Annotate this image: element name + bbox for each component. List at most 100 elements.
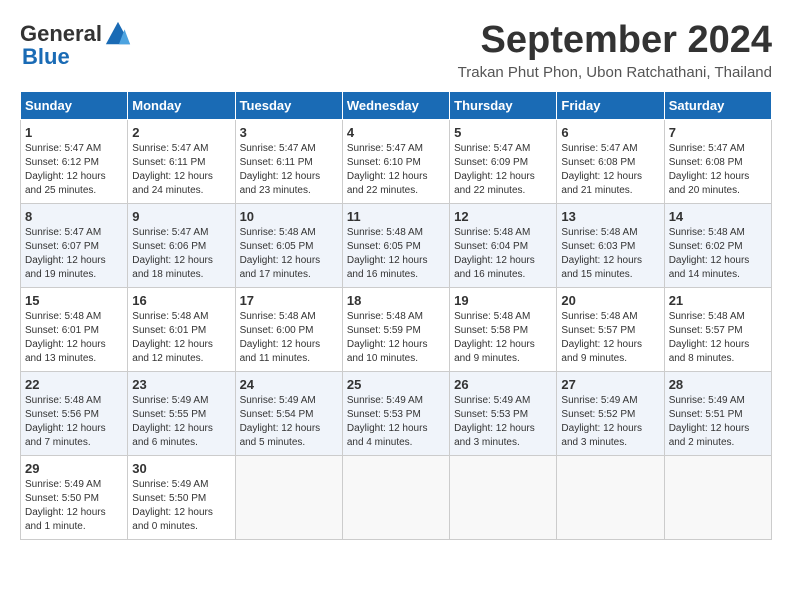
day-info: Sunrise: 5:48 AMSunset: 6:01 PMDaylight:…: [25, 310, 123, 366]
day-number: 20: [561, 293, 659, 308]
calendar-cell: 22Sunrise: 5:48 AMSunset: 5:56 PMDayligh…: [21, 371, 128, 455]
calendar-header-saturday: Saturday: [664, 91, 771, 119]
day-number: 9: [132, 209, 230, 224]
day-number: 4: [347, 125, 445, 140]
calendar-cell: 11Sunrise: 5:48 AMSunset: 6:05 PMDayligh…: [342, 203, 449, 287]
day-info: Sunrise: 5:47 AMSunset: 6:11 PMDaylight:…: [240, 142, 338, 198]
day-number: 29: [25, 461, 123, 476]
calendar-cell: 17 Sunrise: 5:48 AMSunset: 6:00 PMDayligh…: [235, 287, 342, 371]
calendar-header-thursday: Thursday: [450, 91, 557, 119]
day-info: Sunrise: 5:48 AMSunset: 6:04 PMDaylight:…: [454, 226, 552, 282]
day-number: 17: [240, 293, 338, 308]
calendar-cell: 1 Sunrise: 5:47 AMSunset: 6:12 PMDaylight…: [21, 119, 128, 203]
calendar-cell: 24Sunrise: 5:49 AMSunset: 5:54 PMDayligh…: [235, 371, 342, 455]
calendar-cell: 15Sunrise: 5:48 AMSunset: 6:01 PMDayligh…: [21, 287, 128, 371]
day-info: Sunrise: 5:48 AMSunset: 5:58 PMDaylight:…: [454, 310, 552, 366]
day-number: 8: [25, 209, 123, 224]
calendar-cell: 9 Sunrise: 5:47 AMSunset: 6:06 PMDaylight…: [128, 203, 235, 287]
day-info: Sunrise: 5:47 AMSunset: 6:08 PMDaylight:…: [669, 142, 767, 198]
calendar-cell: [664, 455, 771, 539]
day-number: 2: [132, 125, 230, 140]
calendar-week-row: 15Sunrise: 5:48 AMSunset: 6:01 PMDayligh…: [21, 287, 772, 371]
calendar-cell: 4 Sunrise: 5:47 AMSunset: 6:10 PMDaylight…: [342, 119, 449, 203]
calendar-cell: [342, 455, 449, 539]
day-number: 28: [669, 377, 767, 392]
day-number: 6: [561, 125, 659, 140]
calendar-cell: 14Sunrise: 5:48 AMSunset: 6:02 PMDayligh…: [664, 203, 771, 287]
calendar-header-monday: Monday: [128, 91, 235, 119]
day-number: 18: [347, 293, 445, 308]
calendar-cell: 10 Sunrise: 5:48 AMSunset: 6:05 PMDayligh…: [235, 203, 342, 287]
calendar-cell: 5Sunrise: 5:47 AMSunset: 6:09 PMDaylight…: [450, 119, 557, 203]
day-info: Sunrise: 5:49 AMSunset: 5:50 PMDaylight:…: [132, 478, 230, 534]
calendar-cell: 18Sunrise: 5:48 AMSunset: 5:59 PMDayligh…: [342, 287, 449, 371]
day-info: Sunrise: 5:47 AMSunset: 6:08 PMDaylight:…: [561, 142, 659, 198]
day-number: 23: [132, 377, 230, 392]
day-number: 30: [132, 461, 230, 476]
day-number: 1: [25, 125, 123, 140]
calendar-header-tuesday: Tuesday: [235, 91, 342, 119]
day-number: 7: [669, 125, 767, 140]
calendar-header-wednesday: Wednesday: [342, 91, 449, 119]
day-info: Sunrise: 5:47 AMSunset: 6:12 PMDaylight:…: [25, 142, 123, 198]
day-info: Sunrise: 5:48 AMSunset: 6:00 PMDaylight:…: [240, 310, 338, 366]
calendar-cell: [450, 455, 557, 539]
day-number: 24: [240, 377, 338, 392]
calendar-cell: 19 Sunrise: 5:48 AMSunset: 5:58 PMDayligh…: [450, 287, 557, 371]
calendar-cell: 25 Sunrise: 5:49 AMSunset: 5:53 PMDayligh…: [342, 371, 449, 455]
calendar-cell: 27 Sunrise: 5:49 AMSunset: 5:52 PMDayligh…: [557, 371, 664, 455]
calendar-cell: 7 Sunrise: 5:47 AMSunset: 6:08 PMDaylight…: [664, 119, 771, 203]
day-number: 26: [454, 377, 552, 392]
calendar-cell: 20 Sunrise: 5:48 AMSunset: 5:57 PMDayligh…: [557, 287, 664, 371]
day-info: Sunrise: 5:49 AMSunset: 5:52 PMDaylight:…: [561, 394, 659, 450]
day-info: Sunrise: 5:48 AMSunset: 5:57 PMDaylight:…: [669, 310, 767, 366]
calendar-week-row: 8Sunrise: 5:47 AMSunset: 6:07 PMDaylight…: [21, 203, 772, 287]
day-number: 5: [454, 125, 552, 140]
title-section: September 2024 Trakan Phut Phon, Ubon Ra…: [458, 20, 772, 81]
calendar-cell: 30 Sunrise: 5:49 AMSunset: 5:50 PMDayligh…: [128, 455, 235, 539]
logo-blue-text: Blue: [22, 44, 70, 69]
day-number: 21: [669, 293, 767, 308]
location-title: Trakan Phut Phon, Ubon Ratchathani, Thai…: [458, 64, 772, 81]
day-number: 19: [454, 293, 552, 308]
day-number: 14: [669, 209, 767, 224]
day-number: 22: [25, 377, 123, 392]
calendar-cell: 3 Sunrise: 5:47 AMSunset: 6:11 PMDaylight…: [235, 119, 342, 203]
day-info: Sunrise: 5:48 AMSunset: 6:05 PMDaylight:…: [347, 226, 445, 282]
day-number: 16: [132, 293, 230, 308]
calendar-cell: 28Sunrise: 5:49 AMSunset: 5:51 PMDayligh…: [664, 371, 771, 455]
calendar-cell: 8Sunrise: 5:47 AMSunset: 6:07 PMDaylight…: [21, 203, 128, 287]
day-info: Sunrise: 5:49 AMSunset: 5:50 PMDaylight:…: [25, 478, 123, 534]
calendar-cell: [235, 455, 342, 539]
calendar-header-friday: Friday: [557, 91, 664, 119]
calendar-cell: 12 Sunrise: 5:48 AMSunset: 6:04 PMDayligh…: [450, 203, 557, 287]
calendar-body: 1 Sunrise: 5:47 AMSunset: 6:12 PMDaylight…: [21, 119, 772, 539]
day-number: 12: [454, 209, 552, 224]
calendar-header-sunday: Sunday: [21, 91, 128, 119]
calendar-cell: 29 Sunrise: 5:49 AMSunset: 5:50 PMDayligh…: [21, 455, 128, 539]
calendar: SundayMondayTuesdayWednesdayThursdayFrid…: [20, 91, 772, 540]
day-number: 10: [240, 209, 338, 224]
calendar-header-row: SundayMondayTuesdayWednesdayThursdayFrid…: [21, 91, 772, 119]
day-info: Sunrise: 5:48 AMSunset: 6:05 PMDaylight:…: [240, 226, 338, 282]
day-info: Sunrise: 5:47 AMSunset: 6:10 PMDaylight:…: [347, 142, 445, 198]
day-info: Sunrise: 5:49 AMSunset: 5:53 PMDaylight:…: [347, 394, 445, 450]
day-info: Sunrise: 5:49 AMSunset: 5:55 PMDaylight:…: [132, 394, 230, 450]
day-number: 13: [561, 209, 659, 224]
calendar-cell: 26 Sunrise: 5:49 AMSunset: 5:53 PMDayligh…: [450, 371, 557, 455]
calendar-week-row: 29 Sunrise: 5:49 AMSunset: 5:50 PMDayligh…: [21, 455, 772, 539]
calendar-week-row: 1 Sunrise: 5:47 AMSunset: 6:12 PMDaylight…: [21, 119, 772, 203]
day-info: Sunrise: 5:49 AMSunset: 5:53 PMDaylight:…: [454, 394, 552, 450]
calendar-cell: 21 Sunrise: 5:48 AMSunset: 5:57 PMDayligh…: [664, 287, 771, 371]
day-number: 25: [347, 377, 445, 392]
day-number: 27: [561, 377, 659, 392]
calendar-cell: 6 Sunrise: 5:47 AMSunset: 6:08 PMDaylight…: [557, 119, 664, 203]
day-number: 3: [240, 125, 338, 140]
day-info: Sunrise: 5:48 AMSunset: 5:57 PMDaylight:…: [561, 310, 659, 366]
day-info: Sunrise: 5:48 AMSunset: 6:03 PMDaylight:…: [561, 226, 659, 282]
calendar-cell: [557, 455, 664, 539]
day-info: Sunrise: 5:47 AMSunset: 6:06 PMDaylight:…: [132, 226, 230, 282]
month-title: September 2024: [458, 20, 772, 62]
calendar-cell: 13 Sunrise: 5:48 AMSunset: 6:03 PMDayligh…: [557, 203, 664, 287]
calendar-cell: 2Sunrise: 5:47 AMSunset: 6:11 PMDaylight…: [128, 119, 235, 203]
